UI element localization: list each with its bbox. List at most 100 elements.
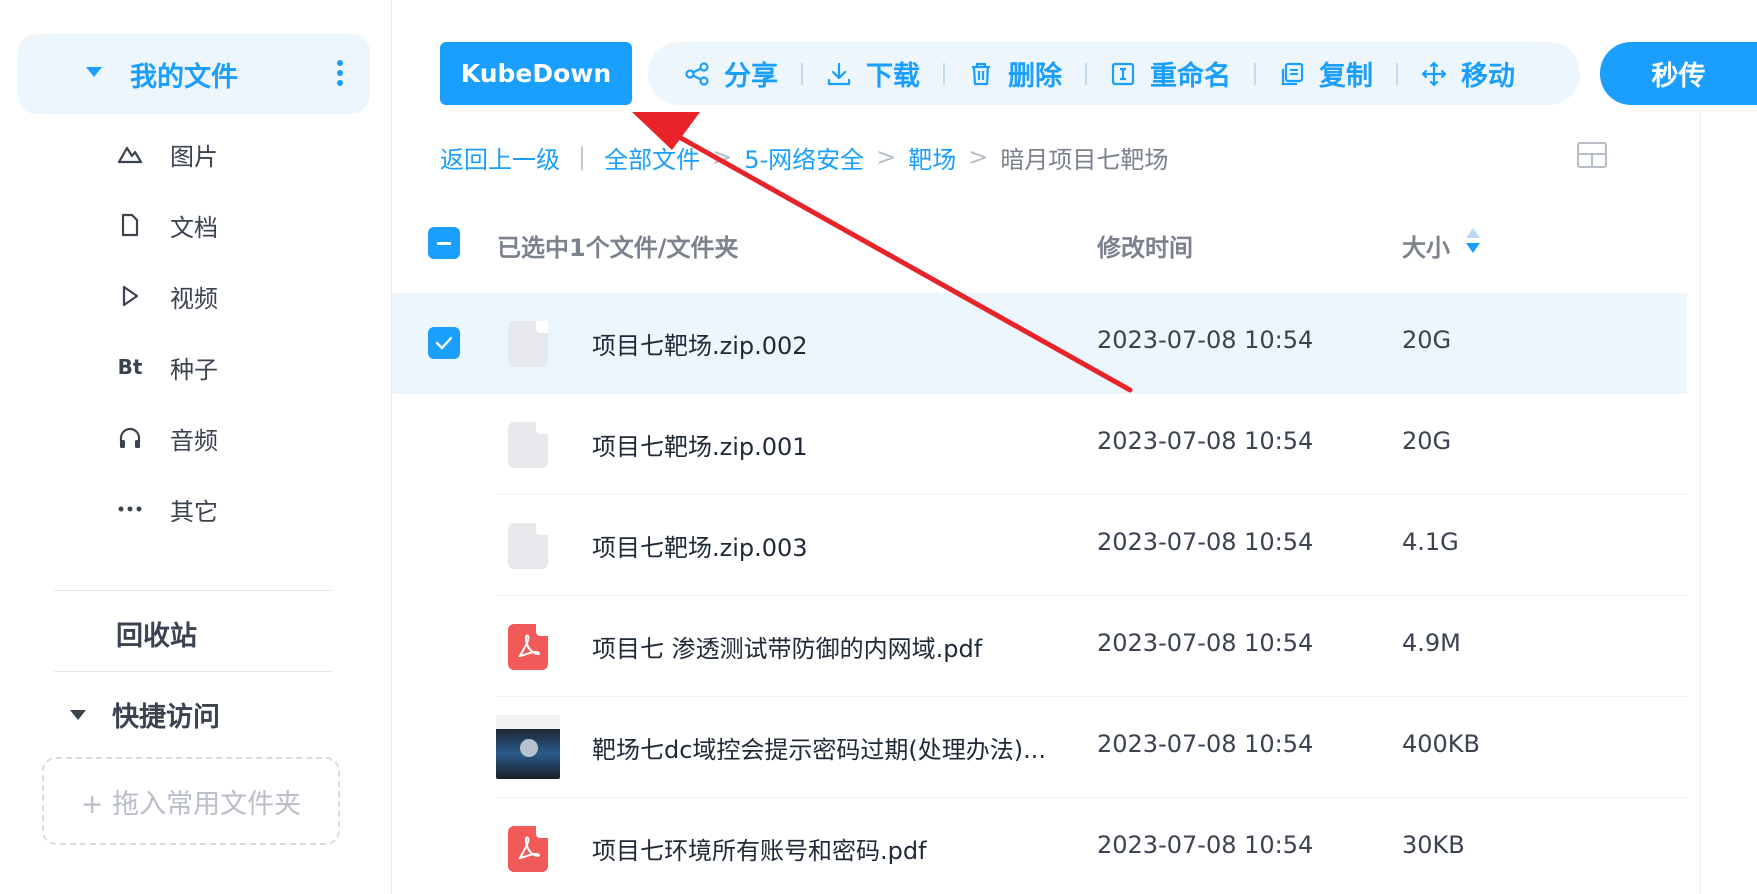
document-icon [110, 205, 150, 245]
breadcrumb-range[interactable]: 靶场 [908, 140, 956, 175]
sidebar-item-label: 视频 [170, 284, 218, 313]
file-modified-time: 2023-07-08 10:54 [1097, 326, 1314, 354]
select-all-checkbox[interactable] [428, 227, 460, 259]
table-row[interactable]: 项目七 渗透测试带防御的内网域.pdf 2023-07-08 10:54 4.9… [392, 596, 1687, 697]
file-size: 30KB [1402, 831, 1465, 859]
file-size: 20G [1402, 427, 1452, 455]
grid-view-icon[interactable] [1577, 142, 1607, 168]
sort-icon[interactable] [1466, 228, 1480, 256]
column-header-size[interactable]: 大小 [1402, 228, 1450, 263]
sidebar: 我的文件 图片 文档 视频 Bt 种子 音频 其它 回收站 快捷访问 + 拖入常… [0, 0, 392, 894]
move-button[interactable]: 移动 [1410, 42, 1526, 105]
sidebar-item-torrents[interactable]: Bt 种子 [110, 347, 218, 387]
sidebar-item-videos[interactable]: 视频 [110, 276, 218, 316]
file-modified-time: 2023-07-08 10:54 [1097, 730, 1314, 758]
table-row[interactable]: 靶场七dc域控会提示密码过期(处理办法)... 2023-07-08 10:54… [392, 697, 1687, 798]
breadcrumb-separator: > [876, 143, 897, 171]
file-size: 4.1G [1402, 528, 1459, 556]
sidebar-item-other[interactable]: 其它 [110, 489, 218, 529]
table-row[interactable]: 项目七靶场.zip.003 2023-07-08 10:54 4.1G [392, 495, 1687, 596]
rename-button[interactable]: 重命名 [1099, 42, 1242, 105]
sidebar-item-audio[interactable]: 音频 [110, 418, 218, 458]
share-icon [685, 61, 709, 86]
divider [1085, 62, 1087, 85]
divider [1396, 62, 1398, 85]
file-modified-time: 2023-07-08 10:54 [1097, 427, 1314, 455]
trash-icon [972, 62, 990, 85]
sidebar-item-recycle-bin[interactable]: 回收站 [116, 614, 197, 653]
breadcrumb-network-security[interactable]: 5-网络安全 [744, 140, 864, 175]
cloud-file-icon [508, 523, 548, 569]
sidebar-item-label: 音频 [170, 426, 218, 455]
check-icon [435, 336, 453, 350]
divider [1254, 62, 1256, 85]
headphones-icon [110, 418, 150, 458]
divider: | [578, 143, 587, 171]
kubedown-button[interactable]: KubeDown [440, 42, 632, 105]
breadcrumb-current: 暗月项目七靶场 [1000, 145, 1169, 174]
table-row[interactable]: 项目七靶场.zip.002 2023-07-08 10:54 20G [392, 293, 1687, 394]
breadcrumb: 返回上一级 | 全部文件 > 5-网络安全 > 靶场 > 暗月项目七靶场 [440, 140, 1168, 174]
quick-access-heading[interactable]: 快捷访问 [112, 695, 220, 734]
file-size: 4.9M [1402, 629, 1461, 657]
file-manager-app: 我的文件 图片 文档 视频 Bt 种子 音频 其它 回收站 快捷访问 + 拖入常… [0, 0, 1757, 894]
more-dots-icon [110, 489, 150, 529]
divider [801, 62, 803, 85]
cloud-file-icon [508, 321, 548, 367]
file-name[interactable]: 项目七靶场.zip.003 [592, 528, 1062, 563]
breadcrumb-separator: > [712, 143, 733, 171]
pdf-file-icon [508, 624, 548, 670]
quick-access-drop-zone[interactable]: + 拖入常用文件夹 [42, 757, 340, 845]
back-link[interactable]: 返回上一级 [440, 140, 560, 175]
sidebar-item-label: 文档 [170, 213, 218, 242]
copy-button[interactable]: 复制 [1268, 42, 1384, 105]
table-row[interactable]: 项目七靶场.zip.001 2023-07-08 10:54 20G [392, 394, 1687, 495]
file-name[interactable]: 项目七 渗透测试带防御的内网域.pdf [592, 629, 1062, 664]
instant-upload-button[interactable]: 秒传 [1600, 42, 1757, 105]
move-label: 移动 [1461, 61, 1515, 92]
mountain-icon [110, 134, 150, 174]
file-name[interactable]: 项目七靶场.zip.001 [592, 427, 1062, 462]
delete-button[interactable]: 删除 [957, 42, 1073, 105]
caret-down-icon[interactable] [86, 67, 102, 77]
file-name[interactable]: 靶场七dc域控会提示密码过期(处理办法)... [592, 730, 1062, 765]
row-checkbox[interactable] [428, 327, 460, 359]
file-modified-time: 2023-07-08 10:54 [1097, 629, 1314, 657]
file-name[interactable]: 项目七环境所有账号和密码.pdf [592, 831, 1062, 866]
sidebar-item-my-files[interactable]: 我的文件 [18, 34, 370, 114]
play-icon [110, 276, 150, 316]
divider [943, 62, 945, 85]
share-button[interactable]: 分享 [673, 42, 789, 105]
file-modified-time: 2023-07-08 10:54 [1097, 831, 1314, 859]
sidebar-item-label: 种子 [170, 355, 218, 384]
caret-down-icon[interactable] [70, 710, 86, 720]
sidebar-item-label: 图片 [170, 142, 218, 171]
sidebar-item-label: 我的文件 [130, 62, 238, 93]
file-modified-time: 2023-07-08 10:54 [1097, 528, 1314, 556]
cloud-file-icon [508, 422, 548, 468]
bt-icon: Bt [117, 355, 143, 379]
download-icon [827, 62, 851, 85]
file-name[interactable]: 项目七靶场.zip.002 [592, 326, 1062, 361]
copy-icon [1281, 62, 1304, 85]
column-header-modified[interactable]: 修改时间 [1097, 228, 1193, 263]
sidebar-item-images[interactable]: 图片 [110, 134, 218, 174]
pdf-file-icon [508, 826, 548, 872]
table-row[interactable]: 项目七环境所有账号和密码.pdf 2023-07-08 10:54 30KB [392, 798, 1687, 894]
breadcrumb-all-files[interactable]: 全部文件 [604, 140, 700, 175]
rename-label: 重命名 [1150, 61, 1231, 92]
sidebar-item-label: 其它 [170, 497, 218, 526]
breadcrumb-separator: > [968, 143, 989, 171]
details-panel-edge [1700, 112, 1757, 894]
action-toolbar: 分享 下载 删除 重命名 复制 移动 [648, 42, 1580, 105]
selection-count-label: 已选中1个文件/文件夹 [497, 234, 739, 262]
delete-label: 删除 [1008, 61, 1062, 92]
copy-label: 复制 [1319, 61, 1373, 92]
divider [54, 590, 332, 591]
share-label: 分享 [724, 61, 778, 92]
download-button[interactable]: 下载 [815, 42, 931, 105]
file-size: 20G [1402, 326, 1452, 354]
file-size: 400KB [1402, 730, 1481, 758]
sidebar-item-documents[interactable]: 文档 [110, 205, 218, 245]
more-vertical-icon[interactable] [332, 56, 348, 92]
